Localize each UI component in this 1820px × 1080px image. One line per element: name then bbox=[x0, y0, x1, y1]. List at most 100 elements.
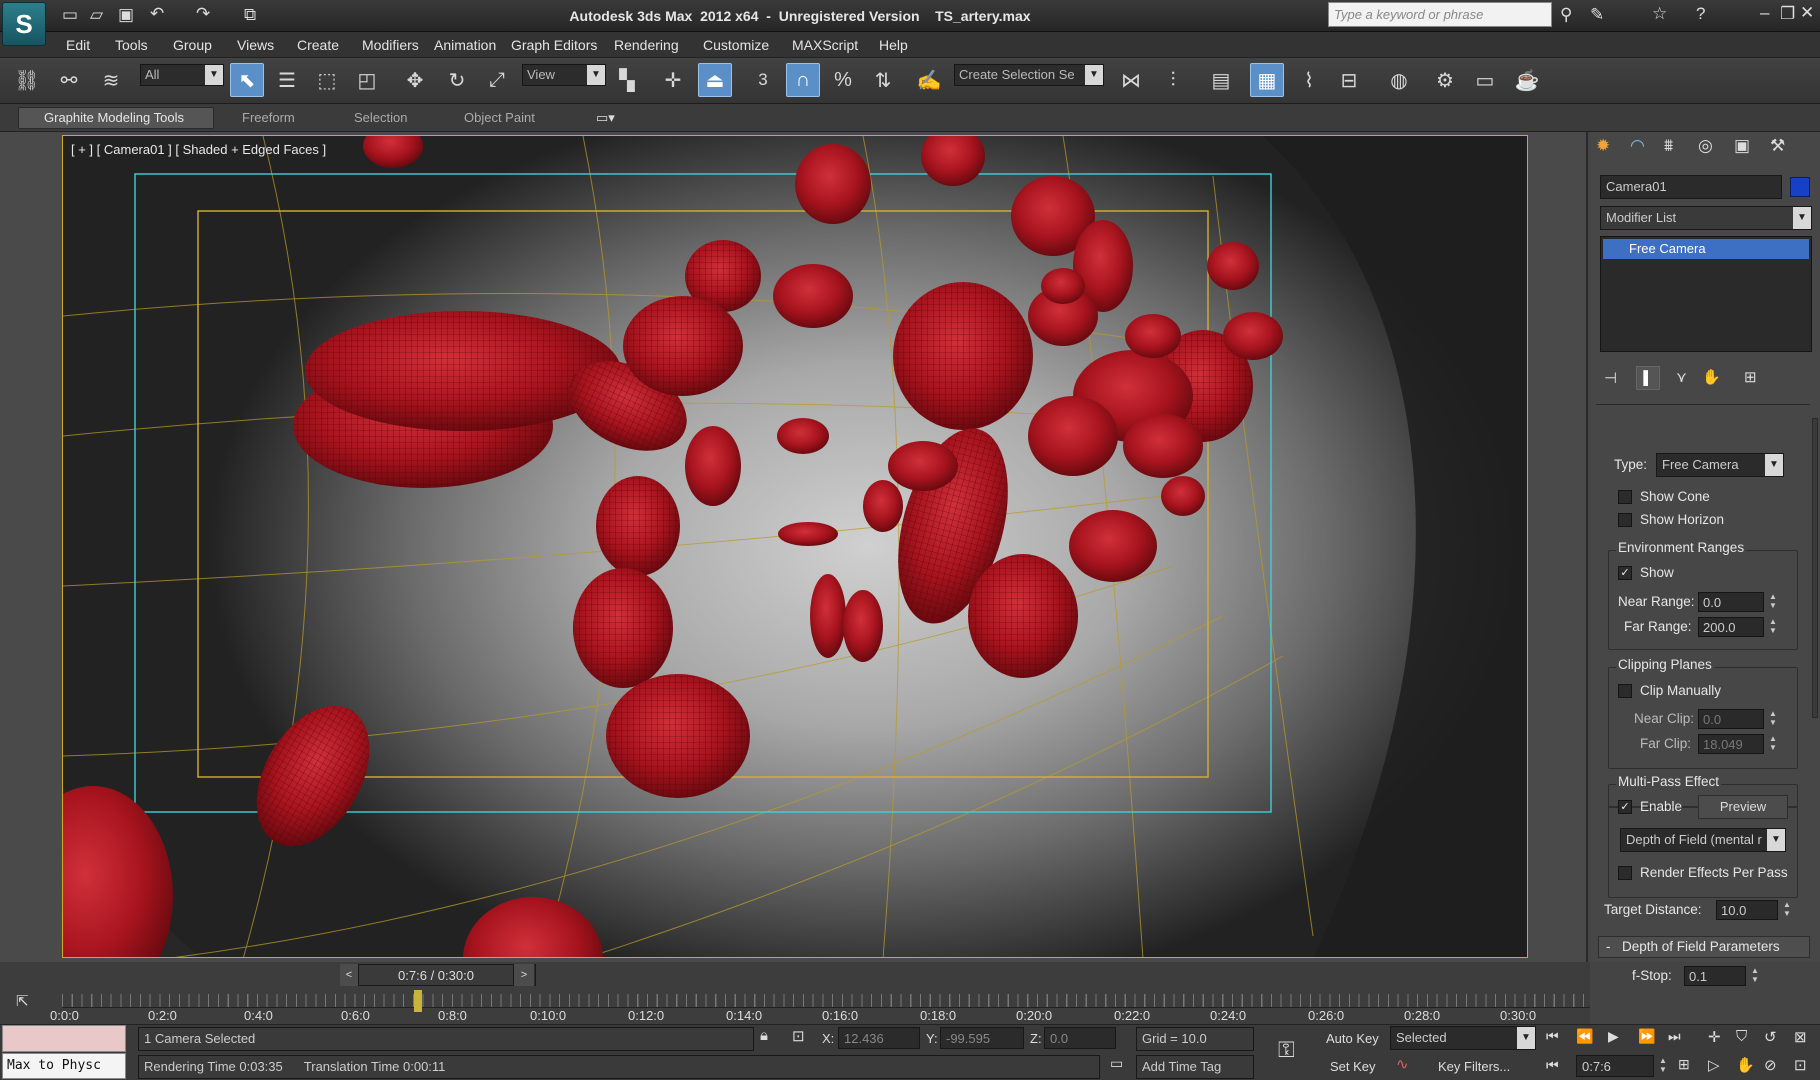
modify-tab-icon[interactable]: ◠ bbox=[1630, 136, 1645, 156]
zoom-icon[interactable]: ✛ bbox=[1708, 1028, 1721, 1046]
near-clip-field[interactable]: 0.0 bbox=[1698, 709, 1764, 729]
near-range-field[interactable]: 0.0 bbox=[1698, 592, 1764, 612]
track-bar[interactable] bbox=[62, 994, 1590, 1008]
object-color-swatch[interactable] bbox=[1790, 177, 1810, 197]
time-tag-icon[interactable]: ▭ bbox=[1110, 1055, 1123, 1072]
menu-help[interactable]: Help bbox=[879, 37, 908, 53]
stack-item-free-camera[interactable]: Free Camera bbox=[1603, 239, 1809, 259]
tools-icon[interactable]: ✎ bbox=[1590, 5, 1604, 25]
select-object-icon[interactable]: ⬉ bbox=[230, 63, 264, 97]
far-clip-spinner[interactable]: ▲ ▼ bbox=[1766, 734, 1780, 754]
menu-create[interactable]: Create bbox=[297, 37, 339, 53]
make-unique-icon[interactable]: ⋎ bbox=[1676, 368, 1687, 386]
panel-scrollbar[interactable] bbox=[1812, 418, 1818, 718]
curve-editor-icon[interactable]: ⌇ bbox=[1292, 63, 1326, 97]
window-crossing-icon[interactable]: ◰ bbox=[350, 63, 384, 97]
add-time-tag[interactable]: Add Time Tag bbox=[1136, 1055, 1254, 1079]
maximize-viewport-icon[interactable]: ⊠ bbox=[1794, 1028, 1807, 1046]
transform-center-icon[interactable]: ✛ bbox=[656, 63, 690, 97]
modifier-list-dropdown[interactable]: Modifier List ▼ bbox=[1600, 206, 1812, 230]
minimize-icon[interactable]: – bbox=[1760, 3, 1769, 23]
select-by-name-icon[interactable]: ☰ bbox=[270, 63, 304, 97]
edit-named-selection-icon[interactable]: ✍ bbox=[912, 63, 946, 97]
far-range-spinner[interactable]: ▲ ▼ bbox=[1766, 617, 1780, 637]
angle-snap-icon[interactable]: ∩ bbox=[786, 63, 820, 97]
selection-filter-dropdown[interactable]: All ▼ bbox=[140, 64, 224, 86]
menu-views[interactable]: Views bbox=[237, 37, 274, 53]
bind-space-warp-icon[interactable]: ≋ bbox=[94, 63, 128, 97]
region-select-icon[interactable]: ⬚ bbox=[310, 63, 344, 97]
current-frame-spinner[interactable]: ▲ ▼ bbox=[1656, 1056, 1670, 1076]
link-icon[interactable]: ⛓ bbox=[10, 63, 44, 97]
motion-tab-icon[interactable]: ◎ bbox=[1698, 136, 1713, 156]
menu-modifiers[interactable]: Modifiers bbox=[362, 37, 419, 53]
auto-key-button[interactable]: Auto Key bbox=[1326, 1031, 1379, 1046]
time-configuration-icon[interactable]: ⊞ bbox=[1678, 1056, 1690, 1073]
named-selection-dropdown[interactable]: Create Selection Se ▼ bbox=[954, 64, 1104, 86]
key-mode-toggle-icon[interactable]: ⏮ bbox=[1546, 1057, 1559, 1074]
current-frame-field[interactable]: 0:7:6 bbox=[1576, 1055, 1654, 1077]
reference-coord-dropdown[interactable]: View ▼ bbox=[522, 64, 606, 86]
time-slider-prev-icon[interactable]: < bbox=[340, 964, 358, 986]
scale-icon[interactable]: ⤢ bbox=[480, 63, 514, 97]
show-end-result-icon[interactable]: ▌ bbox=[1636, 366, 1660, 390]
menu-group[interactable]: Group bbox=[173, 37, 212, 53]
help-icon[interactable]: ? bbox=[1696, 4, 1705, 24]
z-coordinate-field[interactable]: 0.0 bbox=[1044, 1027, 1116, 1049]
camera-viewport[interactable]: [ + ] [ Camera01 ] [ Shaded + Edged Face… bbox=[62, 135, 1528, 958]
material-editor-icon[interactable]: ◍ bbox=[1382, 63, 1416, 97]
render-production-icon[interactable]: ☕ bbox=[1510, 63, 1544, 97]
maxscript-mini-listener-pink[interactable] bbox=[2, 1025, 126, 1052]
viewport-label[interactable]: [ + ] [ Camera01 ] [ Shaded + Edged Face… bbox=[71, 142, 326, 157]
rendered-frame-icon[interactable]: ▭ bbox=[1468, 63, 1502, 97]
rotate-icon[interactable]: ↻ bbox=[440, 63, 474, 97]
menu-customize[interactable]: Customize bbox=[703, 37, 769, 53]
configure-sets-icon[interactable]: ⊞ bbox=[1744, 368, 1757, 386]
clip-manually-checkbox[interactable] bbox=[1618, 684, 1632, 698]
lock-icon[interactable]: 🔒︎ bbox=[760, 1027, 768, 1044]
star-icon[interactable]: ☆ bbox=[1652, 4, 1667, 24]
field-of-view-icon[interactable]: ▷ bbox=[1708, 1056, 1720, 1074]
tab-object-paint[interactable]: Object Paint bbox=[464, 110, 535, 125]
absolute-mode-icon[interactable]: ⊡ bbox=[792, 1027, 805, 1045]
percent-snap-icon[interactable]: % bbox=[826, 63, 860, 97]
set-key-button[interactable]: Set Key bbox=[1330, 1059, 1376, 1074]
menu-tools[interactable]: Tools bbox=[115, 37, 148, 53]
camera-type-dropdown[interactable]: Free Camera ▼ bbox=[1656, 453, 1784, 477]
tab-freeform[interactable]: Freeform bbox=[242, 110, 295, 125]
far-clip-field[interactable]: 18.049 bbox=[1698, 734, 1764, 754]
align-icon[interactable]: ⫶ bbox=[1156, 63, 1190, 97]
move-icon[interactable]: ✥ bbox=[398, 63, 432, 97]
play-icon[interactable]: ▶ bbox=[1608, 1028, 1619, 1045]
menu-maxscript[interactable]: MAXScript bbox=[792, 37, 858, 53]
y-coordinate-field[interactable]: -99.595 bbox=[940, 1027, 1024, 1049]
app-logo[interactable]: S bbox=[2, 2, 46, 46]
binoculars-icon[interactable]: ⚲ bbox=[1560, 5, 1572, 25]
key-filters-button[interactable]: Key Filters... bbox=[1438, 1059, 1510, 1074]
hierarchy-tab-icon[interactable]: ⩩ bbox=[1664, 136, 1673, 156]
fstop-spinner[interactable]: ▲ ▼ bbox=[1748, 966, 1762, 986]
ribbon-options-icon[interactable]: ▭▾ bbox=[596, 110, 615, 126]
target-distance-field[interactable]: 10.0 bbox=[1716, 900, 1778, 920]
key-mode-dropdown[interactable]: Selected ▼ bbox=[1390, 1026, 1536, 1050]
spinner-snap-icon[interactable]: ⇅ bbox=[866, 63, 900, 97]
render-effects-checkbox[interactable] bbox=[1618, 866, 1632, 880]
snap-3d-icon[interactable]: 3 bbox=[746, 63, 780, 97]
key-tangent-icon[interactable]: ∿ bbox=[1396, 1055, 1409, 1073]
menu-graph-editors[interactable]: Graph Editors bbox=[511, 37, 597, 53]
near-range-spinner[interactable]: ▲ ▼ bbox=[1766, 592, 1780, 612]
tab-selection[interactable]: Selection bbox=[354, 110, 407, 125]
previous-frame-icon[interactable]: ⏪ bbox=[1576, 1028, 1593, 1045]
show-cone-checkbox[interactable] bbox=[1618, 490, 1632, 504]
x-coordinate-field[interactable]: 12.436 bbox=[838, 1027, 920, 1049]
mirror-icon[interactable]: ⋈ bbox=[1114, 63, 1148, 97]
search-input[interactable]: Type a keyword or phrase bbox=[1328, 2, 1552, 27]
layer-manager-icon[interactable]: ▤ bbox=[1204, 63, 1238, 97]
maximize-icon[interactable]: ❐ bbox=[1780, 4, 1795, 24]
create-tab-icon[interactable]: ✹ bbox=[1596, 136, 1610, 156]
render-setup-icon[interactable]: ⚙ bbox=[1428, 63, 1462, 97]
viewport-toggle-icon[interactable]: ⊡ bbox=[1794, 1056, 1807, 1074]
remove-modifier-icon[interactable]: ✋ bbox=[1702, 368, 1721, 386]
go-to-start-icon[interactable]: ⏮ bbox=[1546, 1028, 1559, 1045]
show-horizon-checkbox[interactable] bbox=[1618, 513, 1632, 527]
